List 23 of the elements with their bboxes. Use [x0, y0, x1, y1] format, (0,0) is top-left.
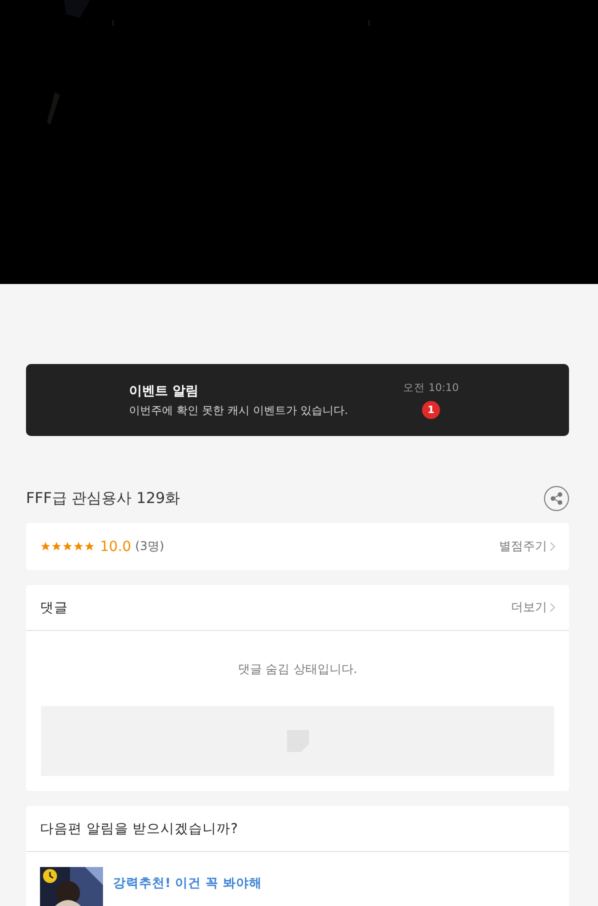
event-message: 이번주에 확인 못한 캐시 이벤트가 있습니다.: [129, 403, 349, 418]
star-icon: [62, 541, 73, 552]
rating-score: 10.0: [100, 538, 132, 554]
recommendation-title[interactable]: 강력추천! 이건 꼭 봐야해: [113, 875, 262, 906]
chevron-icon: [550, 603, 555, 612]
star-icon: [51, 541, 62, 552]
star-icon: [73, 541, 84, 552]
more-button[interactable]: 더보기: [511, 599, 555, 616]
hidden-notice: 댓글 숨김 상태입니다.: [236, 661, 358, 678]
share-icon: [550, 492, 563, 505]
star-icon: [40, 541, 51, 552]
alert-question: 다음편 알림을 받으시겠습니까?: [40, 820, 238, 838]
comments-title: 댓글: [40, 598, 68, 616]
rate-button[interactable]: 별점주기: [499, 538, 555, 555]
event-banner[interactable]: 이벤트 알림 이번주에 확인 못한 캐시 이벤트가 있습니다. 오전 10:10 1: [26, 364, 569, 436]
rating-count: (3명): [135, 538, 164, 555]
episode-title: FFF급 관심용사 129화: [26, 489, 180, 508]
chevron-icon: [550, 542, 555, 551]
share-button[interactable]: [544, 486, 569, 511]
event-time: 오전 10:10: [403, 381, 459, 395]
count-badge: 1: [422, 401, 440, 419]
event-title: 이벤트 알림: [129, 383, 200, 400]
star-icon: [84, 541, 95, 552]
